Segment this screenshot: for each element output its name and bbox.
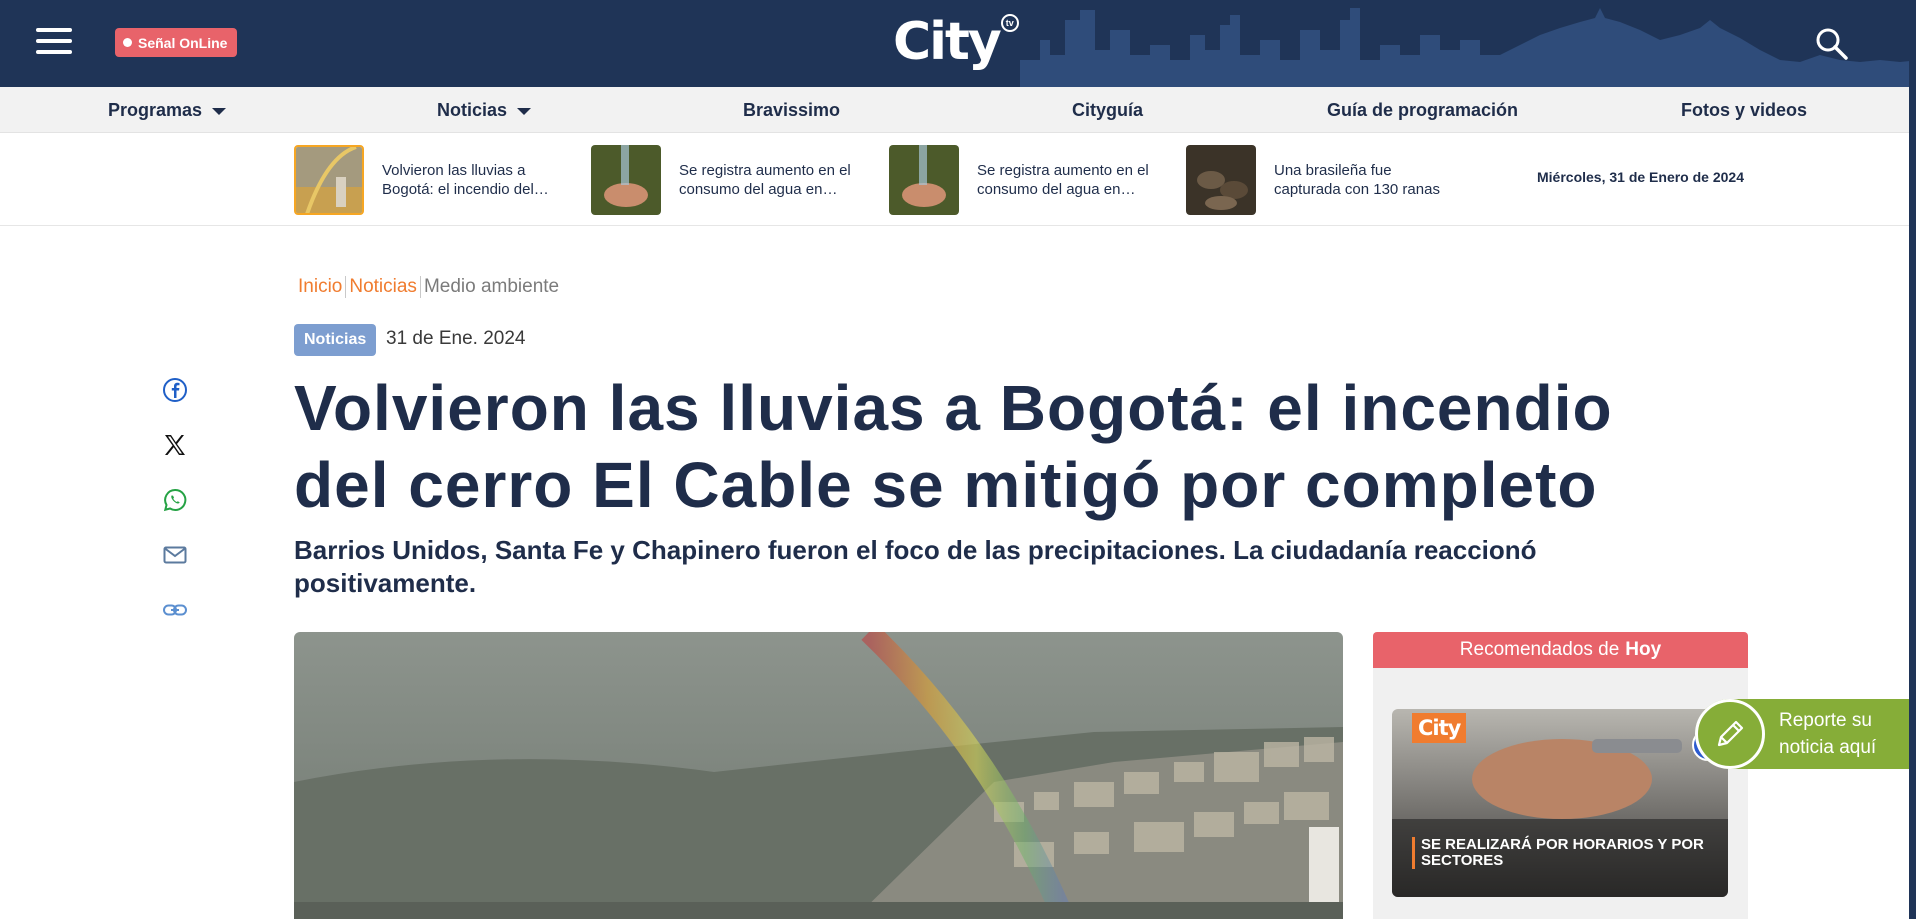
whatsapp-icon[interactable] <box>160 485 190 515</box>
nav-item-cityguia[interactable]: Cityguía <box>1072 87 1143 133</box>
nav-item-programas[interactable]: Programas <box>108 87 227 133</box>
article-title: Volvieron las lluvias a Bogotá: el incen… <box>294 372 1613 521</box>
ticker-text: Una brasileña fue capturada con 130 rana… <box>1274 162 1440 198</box>
live-dot-icon <box>123 38 132 47</box>
ticker-item[interactable]: Una brasileña fue capturada con 130 rana… <box>1186 145 1456 215</box>
nav-item-noticias[interactable]: Noticias <box>437 87 532 133</box>
ticker-thumbnail <box>889 145 959 215</box>
facebook-icon[interactable] <box>160 375 190 405</box>
hamburger-menu-icon[interactable] <box>36 28 72 58</box>
ticker-item[interactable]: Se registra aumento en el consumo del ag… <box>591 145 861 215</box>
current-date: Miércoles, 31 de Enero de 2024 <box>1537 169 1744 185</box>
search-icon[interactable] <box>1815 27 1849 61</box>
pencil-icon <box>1695 699 1765 769</box>
live-signal-button[interactable]: Señal OnLine <box>115 28 238 57</box>
ticker-text: Volvieron las lluvias a Bogotá: el incen… <box>382 162 534 198</box>
breadcrumb-noticias[interactable]: Noticias <box>349 276 417 298</box>
article-subtitle: Barrios Unidos, Santa Fe y Chapinero fue… <box>294 535 1537 598</box>
breadcrumb-separator <box>419 276 421 298</box>
breadcrumb: Inicio Noticias Medio ambiente <box>298 276 559 298</box>
nav-item-guia-programacion[interactable]: Guía de programación <box>1327 87 1518 133</box>
recommended-heading: Recomendados de Hoy <box>1373 632 1748 668</box>
nav-item-label: Bravissimo <box>743 99 841 120</box>
nav-item-label: Programas <box>108 99 203 120</box>
recommended-heading-prefix: Recomendados de <box>1459 639 1620 660</box>
article-hero-image[interactable] <box>294 632 1343 919</box>
ticker-text: Se registra aumento en el consumo del ag… <box>977 162 1149 198</box>
main-nav: Programas Noticias Bravissimo Cityguía G… <box>0 87 1909 133</box>
nav-item-fotos-videos[interactable]: Fotos y videos <box>1681 87 1807 133</box>
ticker-thumbnail <box>591 145 661 215</box>
recommended-card-logo: City <box>1412 713 1467 743</box>
news-ticker: Volvieron las lluvias a Bogotá: el incen… <box>0 133 1909 226</box>
logo-text: City <box>893 12 1002 72</box>
nav-item-bravissimo[interactable]: Bravissimo <box>743 87 840 133</box>
caret-down-icon <box>212 107 227 115</box>
report-news-button[interactable]: Reporte su noticia aquí <box>1695 699 1909 769</box>
breadcrumb-current: Medio ambiente <box>423 276 560 297</box>
nav-item-label: Noticias <box>437 99 508 120</box>
nav-item-label: Fotos y videos <box>1681 99 1808 120</box>
ticker-text: Se registra aumento en el consumo del ag… <box>679 162 851 198</box>
breadcrumb-separator <box>345 276 347 298</box>
ticker-thumbnail <box>294 145 364 215</box>
live-signal-label: Señal OnLine <box>138 34 228 51</box>
publish-date: 31 de Ene. 2024 <box>386 328 526 349</box>
city-skyline-decoration <box>1020 8 1916 87</box>
report-news-label: Reporte su noticia aquí <box>1779 710 1877 758</box>
category-badge[interactable]: Noticias <box>294 324 377 356</box>
nav-item-label: Guía de programación <box>1327 99 1519 120</box>
scrollbar-track[interactable] <box>1909 0 1916 919</box>
caret-down-icon <box>517 107 532 115</box>
top-header: Señal OnLine City tv <box>0 0 1916 87</box>
recommended-heading-emphasis: Hoy <box>1625 639 1662 660</box>
breadcrumb-inicio[interactable]: Inicio <box>298 276 342 298</box>
logo-tv-badge: tv <box>1000 14 1019 32</box>
nav-item-label: Cityguía <box>1072 99 1144 120</box>
link-icon[interactable] <box>160 595 190 625</box>
ticker-thumbnail <box>1186 145 1256 215</box>
ticker-item[interactable]: Volvieron las lluvias a Bogotá: el incen… <box>294 145 564 215</box>
email-icon[interactable] <box>160 540 190 570</box>
recommended-card-caption: Se realizará por horarios y por sectores <box>1412 837 1712 869</box>
ticker-item[interactable]: Se registra aumento en el consumo del ag… <box>889 145 1159 215</box>
recommended-card[interactable]: City Se realizará por horarios y por sec… <box>1392 709 1728 897</box>
citytv-logo[interactable]: City tv <box>893 12 1019 72</box>
x-icon[interactable] <box>160 430 190 460</box>
